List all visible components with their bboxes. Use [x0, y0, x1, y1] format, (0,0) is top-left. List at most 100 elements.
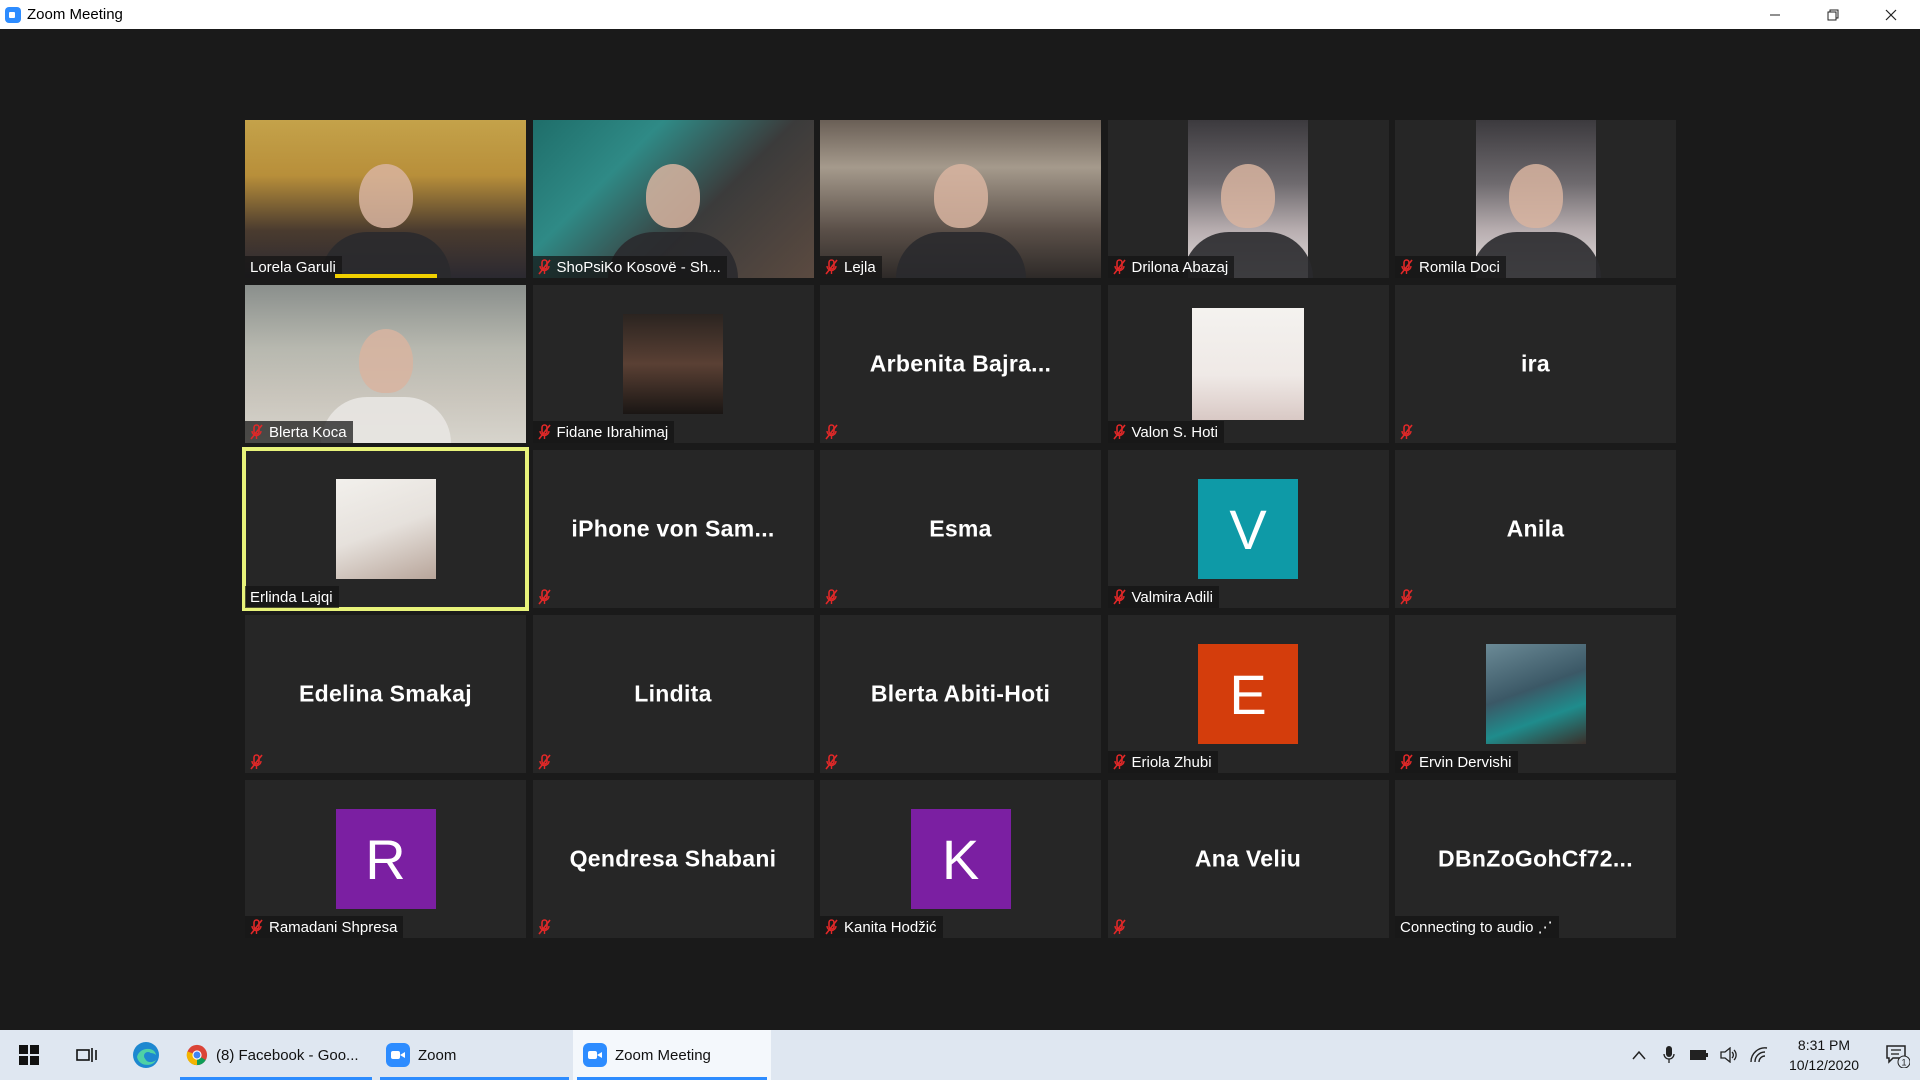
- taskbar-app-label: (8) Facebook - Goo...: [216, 1046, 359, 1064]
- participant-tile[interactable]: Drilona Abazaj: [1107, 120, 1389, 278]
- participant-tile[interactable]: Lejla: [820, 120, 1101, 278]
- participant-tile[interactable]: V Valmira Adili: [1107, 450, 1389, 608]
- participant-tile[interactable]: Anila: [1395, 450, 1676, 608]
- participant-tile[interactable]: ShoPsiKo Kosovë - Sh...: [532, 120, 814, 278]
- participant-tile[interactable]: Blerta Abiti-Hoti: [820, 615, 1101, 773]
- participant-tile[interactable]: DBnZoGohCf72... Connecting to audio ⋰: [1395, 780, 1676, 938]
- participant-silhouette: [933, 164, 988, 229]
- muted-mic-icon: [1112, 754, 1127, 770]
- microphone-tray-button[interactable]: [1654, 1046, 1684, 1064]
- participant-display-name: Arbenita Bajra...: [869, 350, 1052, 377]
- participant-tile[interactable]: Ervin Dervishi: [1395, 615, 1676, 773]
- participant-name: ShoPsiKo Kosovë - Sh...: [556, 258, 721, 276]
- participant-display-name: Edelina Smakaj: [299, 680, 472, 707]
- participant-name: Valon S. Hoti: [1131, 423, 1218, 441]
- taskbar-app-chrome[interactable]: (8) Facebook - Goo...: [176, 1030, 376, 1080]
- participant-tile[interactable]: Erlinda Lajqi: [242, 447, 529, 611]
- minimize-button[interactable]: [1746, 0, 1804, 29]
- participant-avatar: R: [335, 809, 436, 909]
- muted-mic-icon: [537, 754, 552, 770]
- taskbar-app-zoom-meeting[interactable]: Zoom Meeting: [573, 1030, 771, 1080]
- participant-tile[interactable]: ira: [1395, 285, 1676, 443]
- network-tray-button[interactable]: [1744, 1047, 1774, 1063]
- participant-nameplate: Erlinda Lajqi: [245, 586, 339, 608]
- participant-tile[interactable]: Esma: [820, 450, 1101, 608]
- zoom-app-icon: [5, 6, 21, 23]
- chevron-up-icon: [1632, 1050, 1646, 1060]
- participant-nameplate: Kanita Hodžić: [820, 916, 943, 938]
- participant-tile[interactable]: Arbenita Bajra...: [820, 285, 1101, 443]
- participant-nameplate: [533, 916, 563, 938]
- participant-nameplate: [1395, 421, 1425, 443]
- muted-mic-icon: [537, 919, 552, 935]
- participant-video: [1183, 120, 1313, 278]
- muted-mic-icon: [250, 424, 264, 440]
- participant-tile[interactable]: Ana Veliu: [1107, 780, 1389, 938]
- participant-silhouette: [646, 164, 700, 229]
- participant-nameplate: Ramadani Shpresa: [245, 916, 404, 938]
- participant-avatar: V: [1198, 479, 1298, 579]
- edge-browser-button[interactable]: [116, 1030, 176, 1080]
- taskbar-clock[interactable]: 8:31 PM 10/12/2020: [1774, 1035, 1874, 1075]
- close-button[interactable]: [1862, 0, 1920, 29]
- participant-name: Fidane Ibrahimaj: [556, 423, 669, 441]
- notification-icon: 1: [1886, 1045, 1910, 1068]
- participant-tile[interactable]: Qendresa Shabani: [532, 780, 814, 938]
- participant-display-name: Lindita: [634, 680, 712, 707]
- participant-nameplate: [533, 586, 563, 608]
- participant-tile[interactable]: Blerta Koca: [245, 285, 526, 443]
- taskbar-app-label: Zoom: [418, 1046, 457, 1064]
- window-controls: [1746, 0, 1920, 29]
- volume-tray-button[interactable]: [1714, 1047, 1744, 1063]
- show-hidden-icons-button[interactable]: [1624, 1050, 1654, 1060]
- edge-icon: [133, 1042, 159, 1068]
- participant-name: Romila Doci: [1419, 258, 1500, 276]
- participant-tile[interactable]: Lorela Garuli: [245, 120, 526, 278]
- participant-nameplate: [820, 586, 850, 608]
- battery-tray-button[interactable]: [1684, 1049, 1714, 1061]
- muted-mic-icon: [1112, 589, 1127, 605]
- muted-mic-icon: [1112, 424, 1127, 440]
- muted-mic-icon: [537, 259, 552, 275]
- clock-time: 8:31 PM: [1797, 1037, 1851, 1053]
- profile-picture: [335, 479, 436, 579]
- participant-nameplate: Romila Doci: [1395, 256, 1506, 278]
- participant-tile[interactable]: Fidane Ibrahimaj: [532, 285, 814, 443]
- windows-taskbar: (8) Facebook - Goo... Zoom Zoom Meeting …: [0, 1030, 1920, 1080]
- participant-display-name: Esma: [929, 515, 992, 542]
- participant-silhouette: [358, 164, 413, 229]
- participant-name: Ervin Dervishi: [1419, 753, 1512, 771]
- participant-tile[interactable]: Valon S. Hoti: [1107, 285, 1389, 443]
- participant-tile[interactable]: iPhone von Sam...: [532, 450, 814, 608]
- participant-tile[interactable]: K Kanita Hodžić: [820, 780, 1101, 938]
- participant-tile[interactable]: Romila Doci: [1395, 120, 1676, 278]
- participant-name: Eriola Zhubi: [1131, 753, 1212, 771]
- wifi-icon: [1750, 1047, 1768, 1063]
- start-button[interactable]: [0, 1030, 58, 1080]
- participant-tile[interactable]: Edelina Smakaj: [245, 615, 526, 773]
- system-tray: 8:31 PM 10/12/2020 1: [1624, 1030, 1920, 1080]
- participant-nameplate: Eriola Zhubi: [1107, 751, 1218, 773]
- participant-nameplate: Drilona Abazaj: [1107, 256, 1235, 278]
- muted-mic-icon: [1112, 259, 1127, 275]
- participant-nameplate: Lejla: [820, 256, 882, 278]
- battery-icon: [1690, 1050, 1708, 1060]
- audio-status-text: Connecting to audio ⋰: [1400, 919, 1553, 936]
- muted-mic-icon: [1112, 919, 1127, 935]
- participant-display-name: Blerta Abiti-Hoti: [870, 680, 1051, 707]
- participant-nameplate: [1395, 586, 1425, 608]
- participant-tile[interactable]: E Eriola Zhubi: [1107, 615, 1389, 773]
- muted-mic-icon: [825, 919, 839, 935]
- muted-mic-icon: [825, 754, 839, 770]
- participant-display-name: Ana Veliu: [1194, 845, 1302, 872]
- notification-count: 1: [1901, 1058, 1906, 1068]
- task-view-button[interactable]: [58, 1030, 116, 1080]
- participant-nameplate: [1108, 916, 1138, 938]
- participant-tile[interactable]: Lindita: [532, 615, 814, 773]
- taskbar-app-zoom[interactable]: Zoom: [376, 1030, 573, 1080]
- participant-avatar: K: [910, 809, 1011, 909]
- muted-mic-icon: [1400, 259, 1414, 275]
- participant-tile[interactable]: R Ramadani Shpresa: [245, 780, 526, 938]
- restore-button[interactable]: [1804, 0, 1862, 29]
- action-center-button[interactable]: 1: [1874, 1042, 1920, 1068]
